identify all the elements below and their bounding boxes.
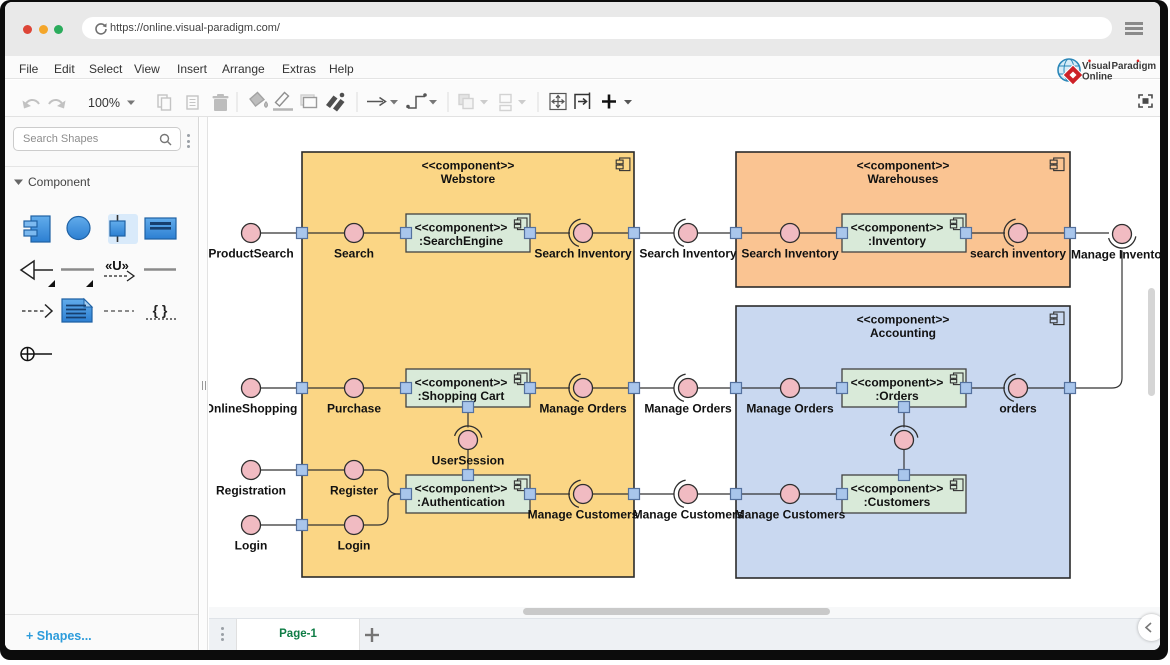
svg-text:<<component>>: <<component>> xyxy=(851,481,944,495)
svg-text:Manage Customers: Manage Customers xyxy=(735,508,846,522)
svg-text:orders: orders xyxy=(999,402,1037,416)
svg-text:Login: Login xyxy=(235,539,268,553)
svg-text:Manage Orders: Manage Orders xyxy=(539,402,627,416)
svg-text:Paradigm: Paradigm xyxy=(1112,61,1157,72)
svg-text:«U»: «U» xyxy=(105,258,129,273)
svg-text:UserSession: UserSession xyxy=(432,454,505,468)
svg-text:Accounting: Accounting xyxy=(870,326,936,340)
svg-text:Visual: Visual xyxy=(1082,61,1111,72)
svg-text:Registration: Registration xyxy=(216,484,286,498)
svg-text:Login: Login xyxy=(338,539,371,553)
svg-text:<<component>>: <<component>> xyxy=(851,220,944,234)
svg-text:Search: Search xyxy=(334,247,374,261)
svg-text:<<component>>: <<component>> xyxy=(857,312,950,326)
svg-text:100%: 100% xyxy=(88,96,120,110)
svg-text:Search Inventory: Search Inventory xyxy=(534,247,632,261)
svg-text:Purchase: Purchase xyxy=(327,402,381,416)
svg-text::Inventory: :Inventory xyxy=(868,234,926,248)
svg-text:Manage Orders: Manage Orders xyxy=(644,402,732,416)
svg-text:Search Inventory: Search Inventory xyxy=(639,247,737,261)
svg-text:OnlineShopping: OnlineShopping xyxy=(209,402,297,416)
svg-text:ProductSearch: ProductSearch xyxy=(209,247,294,261)
svg-text:Register: Register xyxy=(330,484,378,498)
svg-text:<<component>>: <<component>> xyxy=(422,158,515,172)
svg-text:Online: Online xyxy=(1082,72,1113,83)
svg-text:<<component>>: <<component>> xyxy=(415,375,508,389)
svg-text:Manage Customers: Manage Customers xyxy=(633,508,744,522)
svg-text:Warehouses: Warehouses xyxy=(868,172,939,186)
svg-text:search inventory: search inventory xyxy=(970,247,1066,261)
svg-text::Shopping Cart: :Shopping Cart xyxy=(418,389,505,403)
svg-text:Manage Customers: Manage Customers xyxy=(528,508,639,522)
svg-text::Orders: :Orders xyxy=(875,389,919,403)
svg-text:<<component>>: <<component>> xyxy=(857,158,950,172)
svg-text:Manage Inventory: Manage Inventory xyxy=(1071,248,1160,262)
svg-text:<<component>>: <<component>> xyxy=(415,481,508,495)
svg-text:Manage Orders: Manage Orders xyxy=(746,402,834,416)
svg-text::Authentication: :Authentication xyxy=(417,495,505,509)
svg-text:{ }: { } xyxy=(153,302,168,318)
svg-text:<<component>>: <<component>> xyxy=(415,220,508,234)
svg-text:<<component>>: <<component>> xyxy=(851,375,944,389)
svg-text:Search Inventory: Search Inventory xyxy=(741,247,839,261)
svg-text::SearchEngine: :SearchEngine xyxy=(419,234,503,248)
svg-text:Webstore: Webstore xyxy=(441,172,496,186)
svg-text::Customers: :Customers xyxy=(864,495,931,509)
